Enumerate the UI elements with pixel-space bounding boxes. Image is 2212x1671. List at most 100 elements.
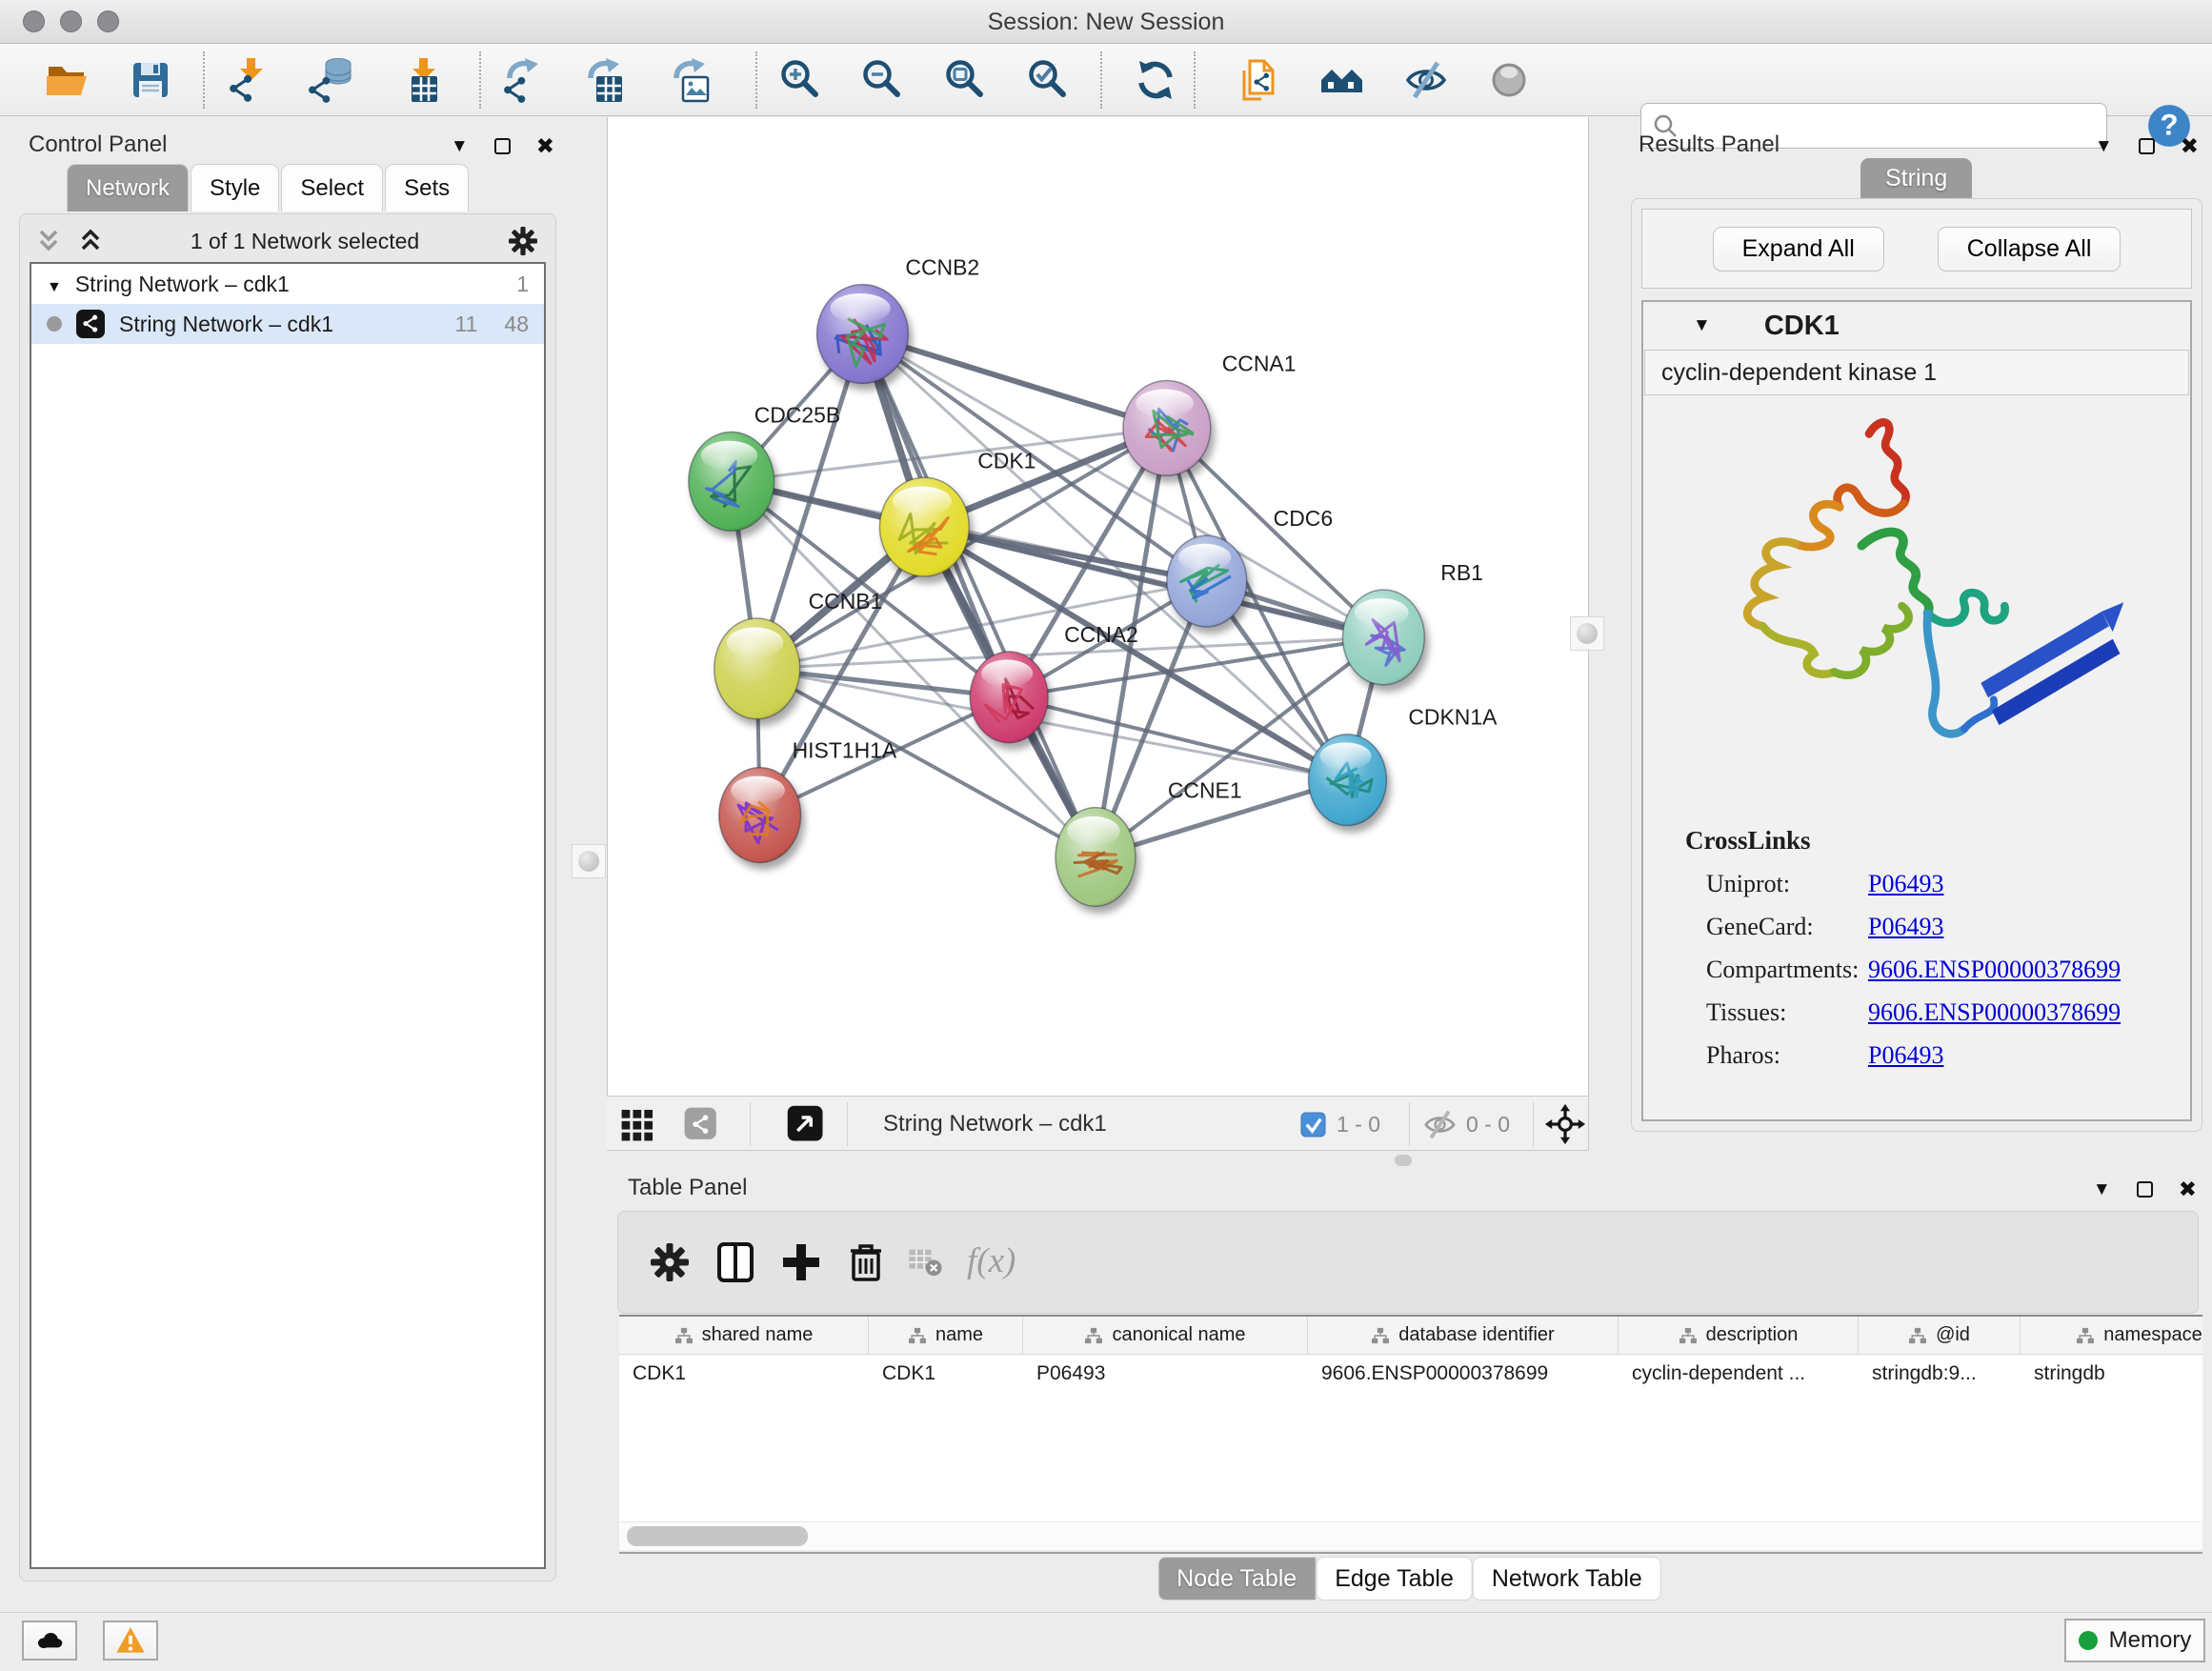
collapse-all-button[interactable]: Collapse All [1938, 227, 2122, 272]
bottom-splitter-handle[interactable] [1395, 1155, 1412, 1166]
protein-section-collapse-icon[interactable] [1693, 315, 1711, 336]
expand-all-icon[interactable] [77, 227, 104, 255]
separator [750, 1102, 751, 1146]
fit-selected-crosshair-icon[interactable] [1544, 1103, 1586, 1145]
float-panel-icon[interactable] [2139, 138, 2155, 154]
scrollbar-thumb[interactable] [627, 1526, 808, 1546]
tab-string[interactable]: String [1860, 158, 1972, 198]
crosslink-link[interactable]: P06493 [1868, 913, 1943, 941]
memory-button[interactable]: Memory [2064, 1619, 2205, 1662]
warnings-button[interactable] [103, 1621, 158, 1661]
network-graph[interactable]: CCNB2CCNA1CDC25BCDK1CDC6RB1CCNB1CCNA2CDK… [608, 117, 1588, 1096]
string-document-icon[interactable] [1233, 57, 1278, 103]
tab-select[interactable]: Select [281, 164, 383, 211]
table-row[interactable]: CDK1CDK1P064939606.ENSP00000378699cyclin… [619, 1355, 2202, 1393]
float-panel-icon[interactable] [494, 138, 511, 154]
network-row-selected[interactable]: String Network – cdk1 11 48 [31, 304, 544, 344]
tab-edge-table[interactable]: Edge Table [1316, 1557, 1473, 1601]
crosslink-row: GeneCard:P06493 [1685, 913, 2190, 941]
refresh-button[interactable] [1133, 57, 1178, 103]
table-options-gear-icon[interactable] [647, 1239, 693, 1285]
network-options-gear-icon[interactable] [506, 224, 540, 258]
results-panel: Results Panel String Expand All Collapse… [1619, 122, 2212, 1136]
float-panel-icon[interactable] [2137, 1181, 2153, 1198]
tab-network[interactable]: Network [67, 164, 189, 211]
node-gloss-highlight [1319, 742, 1371, 770]
hide-results-icon[interactable] [1403, 57, 1449, 103]
tab-sets[interactable]: Sets [385, 164, 469, 211]
left-splitter-handle[interactable] [572, 844, 606, 878]
memory-label: Memory [2109, 1627, 2192, 1654]
column-header-canonical-name[interactable]: canonical name [1023, 1317, 1308, 1354]
network-collection-row[interactable]: String Network – cdk1 1 [31, 264, 544, 304]
table-cell[interactable]: cyclin-dependent ... [1619, 1355, 1859, 1393]
collection-expand-icon[interactable] [47, 272, 62, 297]
import-network-file-button[interactable] [226, 57, 271, 103]
column-header-name[interactable]: name [869, 1317, 1023, 1354]
column-header-database-identifier[interactable]: database identifier [1308, 1317, 1619, 1354]
zoom-out-button[interactable] [859, 57, 905, 103]
grid-view-icon[interactable] [620, 1106, 656, 1142]
status-bar: Memory [0, 1612, 2212, 1671]
panel-menu-icon[interactable] [451, 136, 469, 157]
zoom-selected-button[interactable] [1025, 57, 1071, 103]
column-header-description[interactable]: description [1619, 1317, 1859, 1354]
tab-style[interactable]: Style [191, 164, 279, 211]
right-splitter-handle[interactable] [1570, 616, 1604, 651]
export-network-button[interactable] [500, 57, 546, 103]
network-node-CDKN1A[interactable]: CDKN1A [1309, 705, 1498, 826]
detach-view-icon[interactable] [786, 1104, 826, 1144]
table-cell[interactable]: stringdb [2021, 1355, 2202, 1393]
close-panel-icon[interactable] [536, 133, 554, 159]
open-file-button[interactable] [44, 57, 90, 103]
panel-menu-icon[interactable] [2093, 1179, 2111, 1200]
table-cell[interactable]: 9606.ENSP00000378699 [1308, 1355, 1619, 1393]
network-overview-icon[interactable] [683, 1106, 719, 1142]
node-gloss-highlight [1136, 389, 1194, 417]
table-cell[interactable]: CDK1 [869, 1355, 1023, 1393]
crosslink-link[interactable]: P06493 [1868, 870, 1943, 898]
add-column-icon[interactable] [778, 1239, 824, 1285]
network-view-canvas[interactable]: CCNB2CCNA1CDC25BCDK1CDC6RB1CCNB1CCNA2CDK… [607, 117, 1589, 1096]
show-results-icon[interactable] [1486, 57, 1532, 103]
table-cell[interactable]: P06493 [1023, 1355, 1308, 1393]
network-node-CDC25B[interactable]: CDC25B [689, 402, 840, 531]
network-node-CCNB1[interactable]: CCNB1 [714, 589, 883, 719]
network-node-HIST1H1A[interactable]: HIST1H1A [719, 738, 897, 863]
zoom-fit-content-button[interactable] [942, 57, 988, 103]
export-table-button[interactable] [581, 57, 627, 103]
network-edge-CCNB2-CCNA1[interactable] [862, 334, 1166, 429]
close-panel-icon[interactable] [2181, 133, 2199, 159]
tab-node-table[interactable]: Node Table [1157, 1557, 1316, 1601]
table-cell[interactable]: CDK1 [619, 1355, 869, 1393]
collapse-all-icon[interactable] [35, 227, 62, 255]
import-table-button[interactable] [398, 57, 444, 103]
tab-network-table[interactable]: Network Table [1473, 1557, 1661, 1601]
column-header--id[interactable]: @id [1859, 1317, 2021, 1354]
selected-checkbox-icon[interactable] [1300, 1112, 1326, 1137]
close-panel-icon[interactable] [2179, 1177, 2197, 1202]
network-node-RB1[interactable]: RB1 [1343, 560, 1483, 685]
home-icon[interactable] [1318, 57, 1364, 103]
zoom-in-button[interactable] [777, 57, 823, 103]
crosslink-link[interactable]: 9606.ENSP00000378699 [1868, 956, 2121, 984]
delete-column-icon[interactable] [843, 1239, 889, 1285]
cloud-status-button[interactable] [22, 1621, 77, 1661]
export-image-button[interactable] [667, 57, 713, 103]
show-columns-icon[interactable] [713, 1239, 758, 1285]
control-panel-tabs: NetworkStyleSelectSets [67, 164, 471, 211]
table-cell[interactable]: stringdb:9... [1859, 1355, 2021, 1393]
toolbar-separator [203, 51, 205, 109]
save-session-button[interactable] [128, 57, 173, 103]
network-node-CCNA1[interactable]: CCNA1 [1123, 351, 1297, 475]
column-header-namespace[interactable]: namespace [2021, 1317, 2202, 1354]
crosslink-link[interactable]: P06493 [1868, 1041, 1943, 1070]
column-header-shared-name[interactable]: shared name [619, 1317, 869, 1354]
import-network-database-button[interactable] [307, 57, 352, 103]
column-header-label: @id [1936, 1324, 1970, 1346]
network-edge-CCNB2-CCNE1[interactable] [862, 334, 1096, 857]
expand-all-button[interactable]: Expand All [1713, 227, 1884, 272]
crosslink-link[interactable]: 9606.ENSP00000378699 [1868, 998, 2121, 1027]
panel-menu-icon[interactable] [2095, 136, 2113, 157]
horizontal-scrollbar[interactable] [619, 1521, 2202, 1550]
